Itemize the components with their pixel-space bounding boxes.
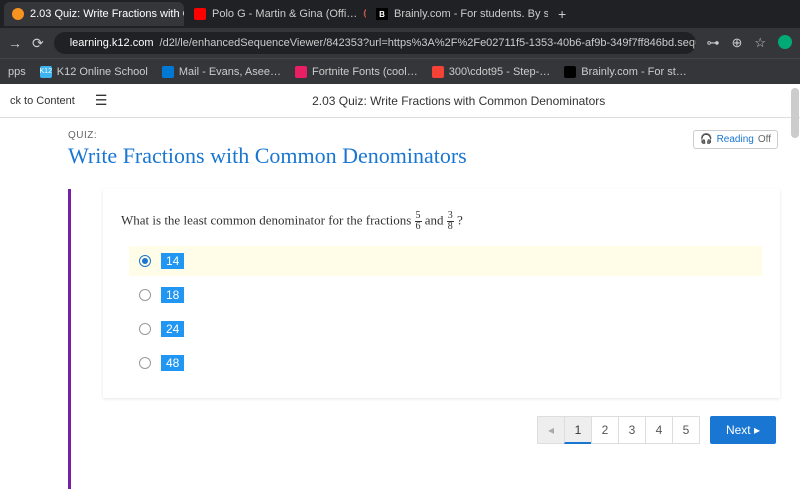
browser-tab-brainly[interactable]: B Brainly.com - For students. By stu ×	[368, 2, 548, 26]
fraction-1: 56	[415, 211, 422, 232]
pager-prev[interactable]: ◂	[537, 416, 565, 444]
address-bar[interactable]: learning.k12.com/d2l/le/enhancedSequence…	[54, 32, 697, 54]
browser-tab-quiz[interactable]: 2.03 Quiz: Write Fractions with C ×	[4, 2, 184, 26]
bookmark-icon: K12	[40, 66, 52, 78]
tab-label: Polo G - Martin & Gina (Offi…	[212, 8, 357, 20]
pager-row: ◂ 1 2 3 4 5 Next ▸	[71, 416, 776, 444]
tab-favicon	[12, 8, 24, 20]
url-path: /d2l/le/enhancedSequenceViewer/842353?ur…	[160, 37, 697, 49]
answer-options: 14 18 24 48	[129, 246, 762, 378]
option-2[interactable]: 18	[129, 280, 762, 310]
tab-label: Brainly.com - For students. By stu	[394, 8, 548, 20]
radio-icon[interactable]	[139, 323, 151, 335]
answer-value: 24	[161, 321, 184, 337]
new-tab-button[interactable]: +	[550, 6, 574, 22]
option-4[interactable]: 48	[129, 348, 762, 378]
star-icon[interactable]: ☆	[754, 35, 766, 51]
extension-icon[interactable]	[778, 35, 792, 49]
refresh-icon[interactable]: ⟳	[32, 35, 44, 52]
pager-page-3[interactable]: 3	[618, 416, 646, 444]
tab-label: 2.03 Quiz: Write Fractions with C	[30, 8, 184, 20]
option-1[interactable]: 14	[129, 246, 762, 276]
tab-favicon	[194, 8, 206, 20]
pager-page-5[interactable]: 5	[672, 416, 700, 444]
bookmark-fortnite[interactable]: Fortnite Fonts (cool…	[295, 66, 418, 78]
forward-icon[interactable]: →	[8, 35, 22, 51]
radio-icon[interactable]	[139, 357, 151, 369]
page-header: ck to Content ☰ 2.03 Quiz: Write Fractio…	[0, 84, 800, 118]
quiz-area: What is the least common denominator for…	[68, 189, 800, 489]
search-icon[interactable]: ⊕	[731, 35, 742, 51]
quiz-title: Write Fractions with Common Denominators	[68, 143, 467, 169]
bookmarks-bar: pps K12K12 Online School Mail - Evans, A…	[0, 58, 800, 84]
question-pager: ◂ 1 2 3 4 5	[538, 416, 700, 444]
bookmark-mail[interactable]: Mail - Evans, Asee…	[162, 66, 281, 78]
bookmark-icon	[564, 66, 576, 78]
bookmark-icon	[295, 66, 307, 78]
page-title: 2.03 Quiz: Write Fractions with Common D…	[127, 94, 790, 108]
fraction-2: 38	[447, 211, 454, 232]
menu-icon[interactable]: ☰	[95, 92, 108, 109]
quiz-label: QUIZ:	[68, 130, 467, 141]
bookmark-icon	[162, 66, 174, 78]
scrollbar-thumb[interactable]	[791, 88, 799, 138]
answer-value: 48	[161, 355, 184, 371]
key-icon[interactable]: ⊶	[706, 35, 719, 51]
option-3[interactable]: 24	[129, 314, 762, 344]
pager-page-1[interactable]: 1	[564, 416, 592, 444]
bookmark-symbolab[interactable]: 300\cdot95 - Step-…	[432, 66, 551, 78]
browser-nav-bar: → ⟳ learning.k12.com/d2l/le/enhancedSequ…	[0, 28, 800, 58]
back-to-content-link[interactable]: ck to Content	[10, 95, 75, 107]
headphones-icon: 🎧	[700, 134, 712, 145]
apps-button[interactable]: pps	[8, 66, 26, 78]
content-wrap: QUIZ: Write Fractions with Common Denomi…	[0, 118, 800, 489]
answer-value: 14	[161, 253, 184, 269]
question-text: What is the least common denominator for…	[121, 211, 762, 232]
mute-icon: 🔇	[363, 9, 366, 20]
pager-page-4[interactable]: 4	[645, 416, 673, 444]
nav-right-icons: ⊶ ⊕ ☆	[706, 35, 792, 51]
browser-tab-strip: 2.03 Quiz: Write Fractions with C × Polo…	[0, 0, 800, 28]
radio-icon[interactable]	[139, 255, 151, 267]
answer-value: 18	[161, 287, 184, 303]
tab-favicon: B	[376, 8, 388, 20]
next-button[interactable]: Next ▸	[710, 416, 776, 444]
radio-icon[interactable]	[139, 289, 151, 301]
reading-toggle[interactable]: 🎧 Reading Off	[693, 130, 778, 149]
bookmark-brainly[interactable]: Brainly.com - For st…	[564, 66, 687, 78]
pager-page-2[interactable]: 2	[591, 416, 619, 444]
bookmark-icon	[432, 66, 444, 78]
browser-tab-youtube[interactable]: Polo G - Martin & Gina (Offi… 🔇 ×	[186, 2, 366, 26]
question-card: What is the least common denominator for…	[103, 189, 780, 398]
url-host: learning.k12.com	[70, 37, 154, 49]
bookmark-k12[interactable]: K12K12 Online School	[40, 66, 148, 78]
